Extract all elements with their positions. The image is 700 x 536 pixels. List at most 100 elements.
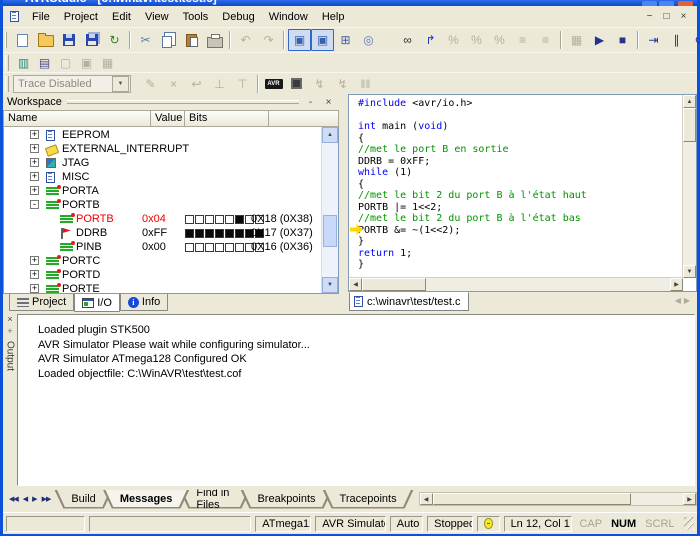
close-panel-button[interactable]: × — [322, 96, 335, 108]
bit-checkbox[interactable] — [205, 243, 214, 252]
toolbar-grip[interactable] — [5, 76, 9, 92]
editor-hscrollbar[interactable]: ◀ ▶ — [349, 277, 683, 291]
tab-scroll-icons[interactable]: ◀▶ — [675, 296, 693, 305]
tab-project[interactable]: Project — [9, 294, 74, 311]
tree-expander-icon[interactable]: + — [30, 256, 39, 265]
search-document-button[interactable]: ◎ — [357, 29, 380, 51]
tree-scrollbar[interactable]: ▲ ▼ — [321, 127, 338, 293]
tree-expander-icon[interactable]: + — [30, 144, 39, 153]
editor-vscrollbar[interactable]: ▲ ▼ — [682, 95, 696, 278]
scroll-left-icon[interactable]: ◀ — [349, 278, 362, 291]
scroll-right-icon[interactable]: ▶ — [683, 493, 696, 505]
scroll-up-icon[interactable]: ▲ — [683, 95, 696, 108]
cut-button[interactable]: ✂ — [134, 29, 157, 51]
column-header-value[interactable]: Value — [151, 110, 185, 127]
go-to-button[interactable]: ↱ — [419, 29, 442, 51]
bit-checkbox[interactable] — [215, 243, 224, 252]
chip-button[interactable] — [285, 73, 308, 95]
menu-edit[interactable]: Edit — [105, 8, 138, 26]
bit-checkbox[interactable] — [215, 215, 224, 224]
tree-expander-icon[interactable]: + — [30, 270, 39, 279]
tab-info[interactable]: Info — [120, 294, 168, 311]
run-button[interactable]: ▶ — [588, 29, 611, 51]
print-button[interactable] — [203, 29, 226, 51]
tree-expander-icon[interactable]: + — [30, 172, 39, 181]
bit-checkbox[interactable] — [195, 229, 204, 238]
avr-device-button[interactable]: AVR — [262, 73, 285, 95]
output-content[interactable]: Loaded plugin STK500AVR Simulator Please… — [17, 314, 695, 486]
restore-document-button[interactable]: □ — [658, 9, 675, 24]
open-file-button[interactable] — [34, 29, 57, 51]
scroll-down-icon[interactable]: ▼ — [683, 265, 696, 278]
bit-checkbox[interactable] — [185, 243, 194, 252]
trace-combo[interactable]: Trace Disabled ▼ — [13, 75, 131, 93]
chevron-down-icon[interactable]: ▼ — [112, 76, 129, 92]
menu-view[interactable]: View — [138, 8, 176, 26]
register-row-ddrb[interactable]: DDRB0xFF0X17 (0X37) — [4, 226, 322, 240]
tab-io[interactable]: I/O — [74, 294, 120, 312]
code-area[interactable]: #include <avr/io.h> int main (void){//me… — [358, 98, 682, 277]
pin-icon[interactable]: + — [7, 327, 12, 336]
prev-tab-button[interactable]: ◀ — [22, 493, 28, 505]
scroll-right-icon[interactable]: ▶ — [670, 278, 683, 291]
bit-checkbox[interactable] — [235, 243, 244, 252]
tree-item-porte[interactable]: +PORTE — [4, 282, 322, 294]
stop-button[interactable]: ■ — [611, 29, 634, 51]
register-row-portb[interactable]: PORTB0x040X18 (0X38) — [4, 212, 322, 226]
bit-checkbox[interactable] — [195, 215, 204, 224]
menu-debug[interactable]: Debug — [215, 8, 261, 26]
tree-expander-icon[interactable]: - — [30, 200, 39, 209]
auto-step-button[interactable]: ⇥ — [642, 29, 665, 51]
output-hscrollbar[interactable]: ◀ ▶ — [419, 492, 697, 506]
last-tab-button[interactable]: ▶▶ — [41, 493, 52, 505]
menu-file[interactable]: File — [25, 8, 57, 26]
register-row-pinb[interactable]: PINB0x000X16 (0X36) — [4, 240, 322, 254]
bit-checkbox[interactable] — [225, 215, 234, 224]
tree-item-porta[interactable]: +PORTA — [4, 184, 322, 198]
close-document-button[interactable]: × — [675, 9, 692, 24]
column-header-bits[interactable]: Bits — [185, 110, 269, 127]
scroll-down-icon[interactable]: ▼ — [322, 277, 338, 293]
tree-item-portb[interactable]: -PORTB — [4, 198, 322, 212]
tree-expander-icon[interactable]: + — [30, 284, 39, 293]
tree-item-portc[interactable]: +PORTC — [4, 254, 322, 268]
toggle-output-view-button[interactable]: ▣ — [311, 29, 334, 51]
tab-messages[interactable]: Messages — [103, 490, 190, 509]
minimize-document-button[interactable]: − — [641, 9, 658, 24]
revert-button[interactable]: ↻ — [103, 29, 126, 51]
first-tab-button[interactable]: ◀◀ — [8, 493, 19, 505]
close-output-icon[interactable]: × — [7, 315, 12, 324]
tree-item-eeprom[interactable]: +EEPROM — [4, 128, 322, 142]
find-button[interactable]: ∞ — [396, 29, 419, 51]
toolbar-grip[interactable] — [5, 55, 9, 71]
column-header-name[interactable]: Name — [3, 110, 151, 127]
scroll-left-icon[interactable]: ◀ — [420, 493, 433, 505]
save-all-button[interactable] — [80, 29, 103, 51]
bit-checkbox[interactable] — [225, 229, 234, 238]
bit-checkbox[interactable] — [235, 215, 244, 224]
tree-expander-icon[interactable]: + — [30, 158, 39, 167]
menu-tools[interactable]: Tools — [176, 8, 216, 26]
tree-item-misc[interactable]: +MISC — [4, 170, 322, 184]
bit-checkbox[interactable] — [205, 215, 214, 224]
tree-expander-icon[interactable]: + — [30, 130, 39, 139]
code-editor[interactable]: #include <avr/io.h> int main (void){//me… — [348, 94, 697, 292]
tab-find-in-files[interactable]: Find in Files — [179, 490, 250, 509]
bit-checkbox[interactable] — [205, 229, 214, 238]
new-file-button[interactable] — [11, 29, 34, 51]
tab-tracepoints[interactable]: Tracepoints — [323, 490, 414, 509]
menu-project[interactable]: Project — [57, 8, 105, 26]
copy-button[interactable] — [157, 29, 180, 51]
toggle-workspace-view-button[interactable]: ▣ — [288, 29, 311, 51]
next-tab-button[interactable]: ▶ — [31, 493, 37, 505]
bit-checkbox[interactable] — [195, 243, 204, 252]
scroll-up-icon[interactable]: ▲ — [322, 127, 338, 143]
reset-button[interactable]: ↺ — [688, 29, 700, 51]
scroll-thumb[interactable] — [683, 108, 696, 142]
editor-tab[interactable]: c:\winavr\test/test.c — [349, 292, 469, 311]
bit-checkbox[interactable] — [225, 243, 234, 252]
menu-help[interactable]: Help — [315, 8, 352, 26]
scroll-thumb[interactable] — [433, 493, 631, 505]
tab-breakpoints[interactable]: Breakpoints — [240, 490, 332, 509]
collapse-panel-button[interactable]: - — [304, 96, 317, 108]
